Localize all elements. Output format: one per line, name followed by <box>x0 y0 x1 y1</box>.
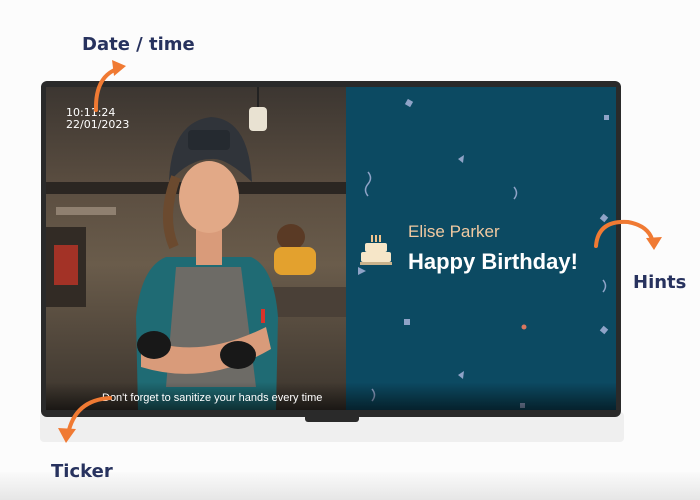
birthday-cake-icon <box>360 235 392 265</box>
worker-photo: 10:11:24 22/01/2023 <box>46 87 346 410</box>
date-time-callout: Date / time <box>82 34 195 55</box>
hints-callout: Hints <box>633 272 687 293</box>
birthday-panel: Elise Parker Happy Birthday! <box>346 87 616 410</box>
birthday-message: Happy Birthday! <box>408 249 578 274</box>
ticker-callout: Ticker <box>51 461 113 482</box>
tv-screen: 10:11:24 22/01/2023 Elise Parker Happy B… <box>46 87 616 410</box>
worker-photo-illustration <box>46 87 346 410</box>
clock-widget: 10:11:24 22/01/2023 <box>66 107 129 131</box>
ticker-message: Don't forget to sanitize your hands ever… <box>102 392 323 404</box>
clock-date: 22/01/2023 <box>66 118 130 131</box>
ticker-bar: Don't forget to sanitize your hands ever… <box>46 382 616 410</box>
birthday-person-name: Elise Parker <box>408 222 500 241</box>
tv-stand <box>305 416 359 422</box>
